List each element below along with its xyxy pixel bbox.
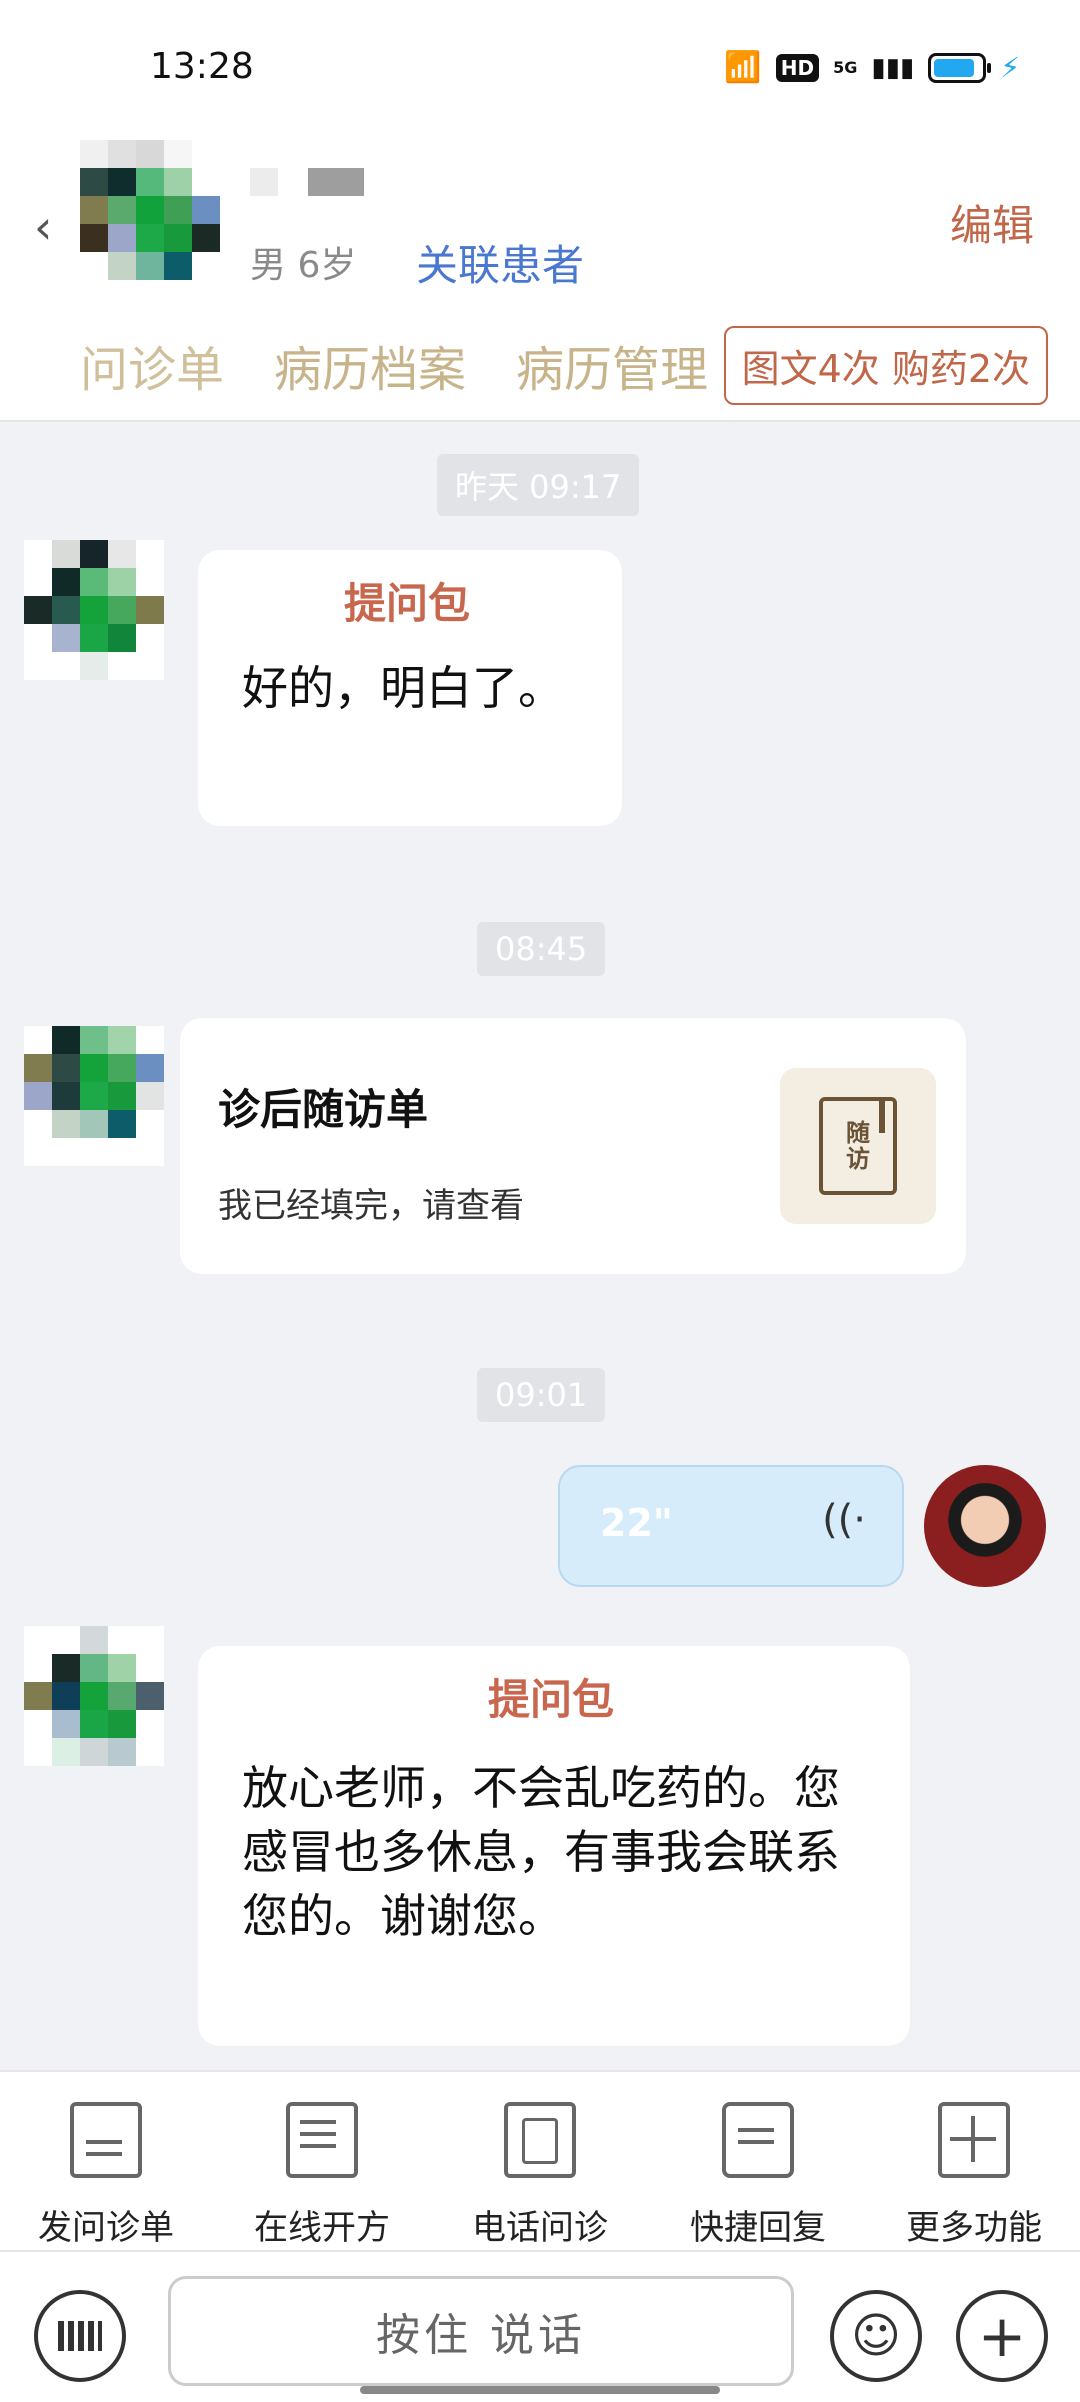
message-bubble[interactable]: 提问包 好的，明白了。 [198, 550, 622, 826]
chat-icon [722, 2102, 794, 2178]
tool-label: 发问诊单 [38, 2208, 174, 2248]
link-patient-button[interactable]: 关联患者 [416, 232, 584, 293]
followup-icon: 随 访 [780, 1068, 936, 1224]
service-quota-badge[interactable]: 图文4次 购药2次 [723, 326, 1048, 405]
question-pack-tag: 提问包 [488, 1675, 615, 1724]
header-tabs: 问诊单 病历档案 病历管理 [80, 330, 708, 400]
tool-label: 快捷回复 [690, 2208, 826, 2248]
hold-to-talk-button[interactable]: 按住 说话 [168, 2276, 794, 2386]
phone-icon [504, 2102, 576, 2178]
status-bar: 13:28 📶 HD 5G ▮▮▮ ⚡ [0, 0, 1080, 140]
back-button[interactable]: ‹ [34, 200, 52, 254]
edit-button[interactable]: 编辑 [950, 192, 1034, 253]
emoji-button[interactable]: ☺ [830, 2290, 922, 2382]
prescription-icon [286, 2102, 358, 2178]
voice-message[interactable]: 22" ((· [558, 1465, 904, 1587]
followup-form-card[interactable]: 诊后随访单 我已经填完，请查看 随 访 [180, 1018, 966, 1274]
wifi-icon: 📶 [724, 50, 762, 85]
form-icon [70, 2102, 142, 2178]
timestamp: 08:45 [477, 922, 606, 976]
voice-wave-icon: ((· [822, 1497, 866, 1543]
plus-icon: + [977, 2302, 1027, 2370]
phone-consult-button[interactable]: 电话问诊 [440, 2102, 640, 2249]
hd-icon: HD [775, 53, 820, 82]
add-button[interactable]: + [956, 2290, 1048, 2382]
tool-label: 更多功能 [906, 2208, 1042, 2248]
card-subtitle: 我已经填完，请查看 [218, 1186, 524, 1226]
keyboard-icon [58, 2321, 102, 2351]
input-bar: 按住 说话 ☺ + [0, 2250, 1080, 2402]
network-type: 5G [833, 58, 858, 77]
tool-label: 在线开方 [254, 2208, 390, 2248]
more-functions-button[interactable]: 更多功能 [874, 2102, 1074, 2249]
status-time: 13:28 [150, 46, 254, 87]
followup-icon-char: 访 [846, 1145, 870, 1173]
tab-consult-form[interactable]: 问诊单 [80, 330, 224, 400]
voice-duration: 22" [600, 1501, 673, 1545]
patient-avatar[interactable] [24, 1026, 164, 1166]
timestamp: 昨天 09:17 [437, 454, 640, 516]
chat-header: ‹ 男 6岁 关联患者 编辑 问诊单 病历档案 病历管理 图文4次 购药2次 [0, 140, 1080, 422]
message-text-line: 您的。谢谢您。 [242, 1889, 564, 1943]
tab-medical-records[interactable]: 病历档案 [274, 330, 466, 400]
quick-reply-button[interactable]: 快捷回复 [658, 2102, 858, 2249]
tab-record-management[interactable]: 病历管理 [516, 330, 708, 400]
question-pack-tag: 提问包 [344, 579, 471, 628]
card-title: 诊后随访单 [218, 1085, 429, 1134]
smiley-icon: ☺ [850, 2308, 902, 2364]
patient-name-redacted [250, 168, 364, 196]
plus-box-icon [938, 2102, 1010, 2178]
home-indicator [360, 2386, 720, 2394]
message-bubble[interactable]: 提问包 放心老师，不会乱吃药的。您 感冒也多休息，有事我会联系 您的。谢谢您。 [198, 1646, 910, 2046]
patient-avatar[interactable] [24, 1626, 164, 1766]
online-prescription-button[interactable]: 在线开方 [222, 2102, 422, 2249]
status-icons: 📶 HD 5G ▮▮▮ ⚡ [724, 50, 1020, 85]
followup-icon-char: 随 [846, 1119, 870, 1147]
patient-avatar[interactable] [24, 540, 164, 680]
quick-toolbar: 发问诊单 在线开方 电话问诊 快捷回复 更多功能 [0, 2070, 1080, 2252]
send-consult-form-button[interactable]: 发问诊单 [6, 2102, 206, 2249]
doctor-avatar[interactable] [924, 1465, 1046, 1587]
tool-label: 电话问诊 [472, 2208, 608, 2248]
message-text: 好的，明白了。 [242, 661, 564, 715]
keyboard-toggle-button[interactable] [34, 2290, 126, 2382]
timestamp: 09:01 [477, 1368, 606, 1422]
battery-icon [928, 52, 992, 83]
patient-gender-age: 男 6岁 [250, 245, 357, 286]
charging-icon: ⚡ [1000, 51, 1020, 84]
patient-avatar[interactable] [80, 140, 220, 280]
message-text-line: 感冒也多休息，有事我会联系 [242, 1825, 840, 1879]
signal-icon: ▮▮▮ [871, 52, 915, 83]
message-text-line: 放心老师，不会乱吃药的。您 [242, 1761, 840, 1815]
